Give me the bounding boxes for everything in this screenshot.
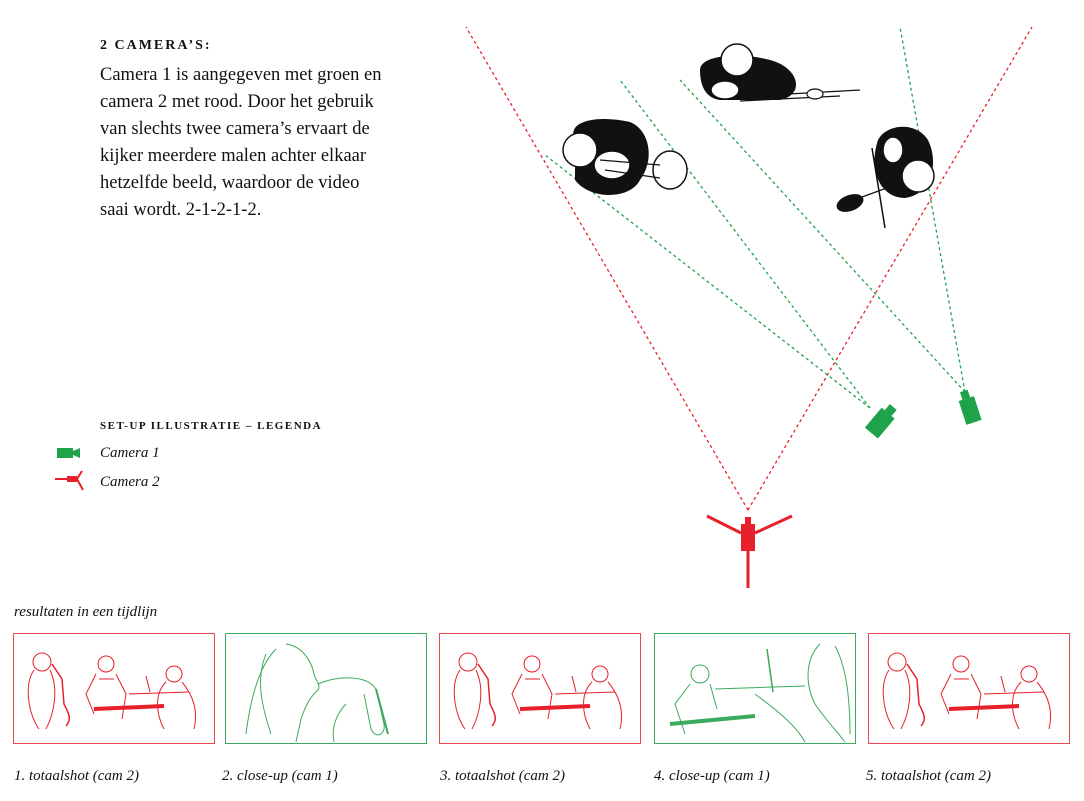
totaalshot-sketch xyxy=(453,652,623,730)
camera1-legend-icon xyxy=(57,448,80,458)
legend-camera2-row: Camera 2 xyxy=(55,470,160,494)
legend-camera2-label: Camera 2 xyxy=(100,473,160,490)
timeline-frame-4 xyxy=(654,633,856,744)
camera2-legend-icon xyxy=(55,470,84,491)
camera1a-sightline-1 xyxy=(544,154,871,409)
legend-camera1-row: Camera 1 xyxy=(55,445,160,461)
camera2-tripod xyxy=(706,514,793,588)
timeline-caption-4: 4. close-up (cam 1) xyxy=(654,768,770,784)
legend-camera1-label: Camera 1 xyxy=(100,444,160,461)
camera1-position-b xyxy=(958,389,982,425)
timeline-frame-5 xyxy=(868,633,1070,744)
totaalshot-sketch xyxy=(27,652,197,730)
camera2-sightline-right xyxy=(747,26,1033,511)
timeline-caption-5: 5. totaalshot (cam 2) xyxy=(866,768,991,784)
musician-top-topview xyxy=(700,43,861,102)
description-text: Camera 1 is aangegeven met groen en came… xyxy=(100,65,382,220)
close-up-sketch xyxy=(669,643,851,743)
timeline-caption-3: 3. totaalshot (cam 2) xyxy=(440,768,565,784)
timeline-frame-1 xyxy=(13,633,215,744)
timeline-frame-2 xyxy=(225,633,427,744)
timeline-title: resultaten in een tijdlijn xyxy=(14,604,158,620)
timeline-caption-2: 2. close-up (cam 1) xyxy=(222,768,338,784)
section-heading: 2 camera’s: xyxy=(100,38,212,53)
timeline-caption-1: 1. totaalshot (cam 2) xyxy=(14,768,139,784)
camera1a-sightline-2 xyxy=(619,79,871,409)
musician-violin-topview xyxy=(836,126,935,229)
timeline-frame-3 xyxy=(439,633,641,744)
musician-saxophone-topview xyxy=(562,119,688,195)
legend-title: set-up illustratie – legenda xyxy=(100,420,323,432)
camera1b-sightline-2 xyxy=(899,26,966,393)
camera2-sightline-left xyxy=(465,26,749,511)
totaalshot-sketch xyxy=(882,652,1052,730)
close-up-sketch xyxy=(245,643,389,743)
